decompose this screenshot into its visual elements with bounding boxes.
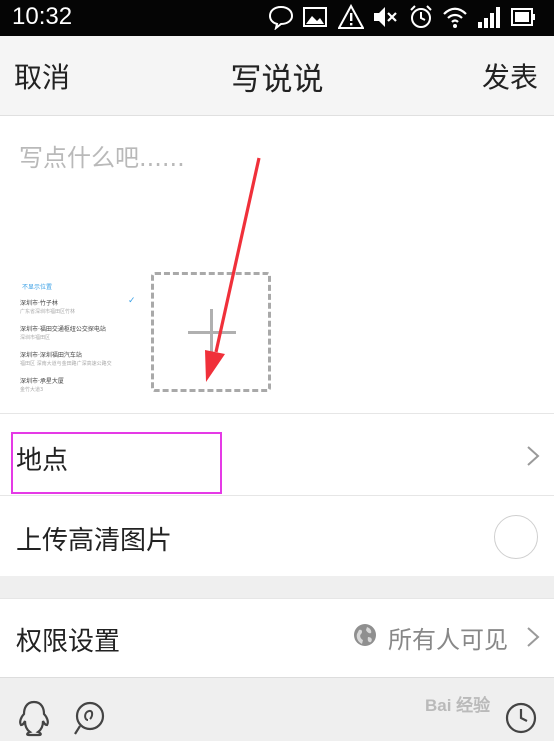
post-text-input[interactable]: 写点什么吧...... — [19, 138, 185, 173]
check-icon: ✓ — [128, 296, 136, 306]
location-preview-sub: 广东省深圳市福田区竹林 — [20, 309, 76, 315]
wifi-icon — [442, 4, 468, 30]
mention-icon[interactable] — [70, 699, 108, 737]
image-icon — [302, 4, 328, 30]
qq-penguin-icon[interactable] — [15, 699, 53, 737]
mute-icon — [372, 4, 398, 30]
add-photo-button[interactable] — [151, 272, 271, 392]
page-title: 写说说 — [230, 62, 324, 98]
publish-button[interactable]: 发表 — [482, 56, 538, 96]
permission-label: 权限设置 — [16, 627, 121, 657]
warning-icon — [337, 3, 365, 30]
status-time: 10:32 — [12, 3, 73, 30]
location-preview-header: 不显示位置 — [22, 284, 53, 291]
clock-icon[interactable] — [502, 699, 540, 737]
location-preview-sub: 深圳市福田区 — [20, 335, 51, 341]
location-preview-sub: 福田区 深南大道与金田路广深高速公路交 — [20, 361, 112, 367]
battery-icon — [510, 4, 536, 30]
location-preview-item: 深圳市·竹子林 — [20, 300, 58, 307]
chevron-right-icon — [526, 626, 540, 648]
alarm-icon — [408, 4, 434, 30]
baidu-watermark: Bai 经验 — [425, 696, 491, 715]
signal-icon — [476, 4, 502, 30]
hd-upload-label: 上传高清图片 — [16, 526, 173, 556]
location-preview-sub: 金竹大道3 — [20, 387, 44, 393]
location-preview-image: 不显示位置 ✓ 深圳市·竹子林 广东省深圳市福田区竹林 深圳市·福田交通枢纽公交… — [14, 268, 142, 398]
status-bar: 10:32 — [0, 0, 554, 36]
section-divider — [0, 576, 554, 598]
location-preview-item: 深圳市·福田交通枢纽公交探电站 — [20, 326, 106, 333]
location-preview-item: 深圳市·承星大厦 — [20, 378, 64, 385]
chevron-right-icon — [526, 445, 540, 467]
permission-value: 所有人可见 — [388, 626, 508, 654]
globe-icon — [352, 622, 378, 648]
chat-bubble-icon — [268, 4, 294, 31]
nav-bar: 取消 写说说 发表 — [0, 36, 554, 116]
location-highlight-box — [11, 432, 222, 494]
hd-upload-row: 上传高清图片 — [0, 495, 554, 577]
hd-upload-toggle[interactable] — [494, 515, 538, 559]
location-preview-item: 深圳市·深圳福田汽车站 — [20, 352, 82, 359]
